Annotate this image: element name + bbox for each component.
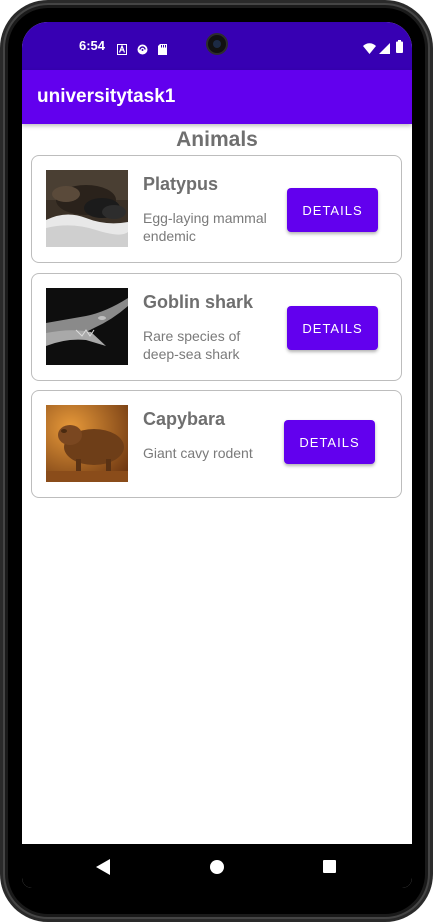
animal-description: Giant cavy rodent (143, 445, 253, 461)
signal-icon (379, 39, 390, 58)
animal-card-capybara: Capybara Giant cavy rodent DETAILS (31, 390, 402, 498)
app-bar: universitytask1 (22, 70, 412, 124)
device-frame: 6:54 universitytask1 Animals Platypus Eg… (0, 0, 433, 922)
details-button[interactable]: DETAILS (287, 188, 378, 232)
sync-icon (137, 40, 148, 59)
system-nav-bar (22, 844, 412, 888)
animal-description: Egg-laying mammal endemic (143, 210, 267, 244)
animal-name: Capybara (143, 409, 226, 429)
sd-card-icon (158, 40, 167, 59)
front-camera (206, 33, 228, 55)
platypus-photo (46, 170, 128, 247)
details-button[interactable]: DETAILS (287, 306, 378, 350)
battery-icon (396, 38, 403, 57)
status-bar: 6:54 (22, 22, 412, 70)
capybara-photo (46, 405, 128, 482)
animal-card-platypus: Platypus Egg-laying mammal endemic DETAI… (31, 155, 402, 263)
goblin-shark-photo (46, 288, 128, 365)
wifi-icon (363, 39, 376, 58)
font-a-icon (117, 40, 127, 59)
status-time: 6:54 (79, 38, 106, 53)
animal-description: Rare species of deep-sea shark (143, 328, 241, 362)
details-button[interactable]: DETAILS (284, 420, 375, 464)
page-heading: Animals (176, 128, 258, 151)
animal-name: Goblin shark (143, 292, 254, 312)
home-icon[interactable] (210, 860, 224, 874)
screen: 6:54 universitytask1 Animals Platypus Eg… (22, 22, 412, 888)
animal-card-goblin-shark: Goblin shark Rare species of deep-sea sh… (31, 273, 402, 381)
back-icon[interactable] (96, 859, 110, 875)
recents-icon[interactable] (323, 860, 336, 873)
app-title: universitytask1 (37, 86, 176, 107)
animal-name: Platypus (143, 174, 219, 194)
